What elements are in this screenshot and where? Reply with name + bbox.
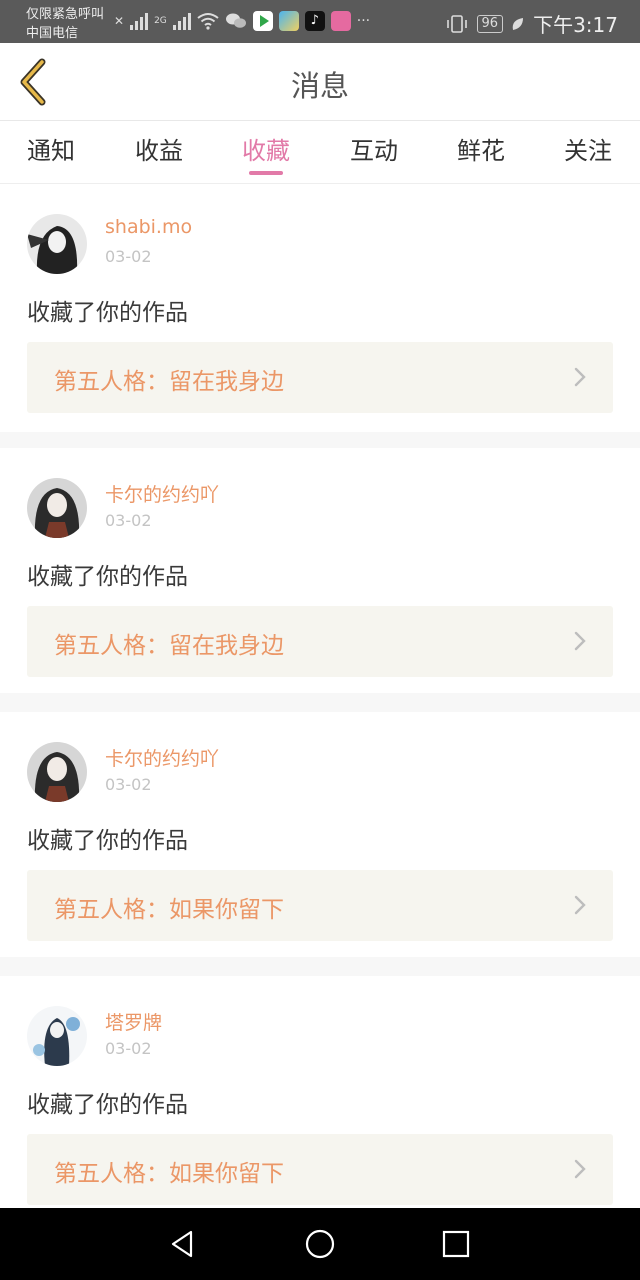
carrier-name: 中国电信 [26,26,79,41]
avatar[interactable] [27,1006,87,1066]
tab-earnings[interactable]: 收益 [119,131,199,166]
network-type-label: 2G [154,16,167,26]
message-action-text: 收藏了你的作品 [27,564,188,590]
page-title: 消息 [290,69,349,103]
more-notifications-icon: ··· [356,13,371,29]
message-card: shabi.mo 03-02 收藏了你的作品 第五人格：留在我身边 [0,184,640,432]
username-link[interactable]: 卡尔的约约吖 [105,744,219,771]
tiktok-icon: ♪ [304,11,325,31]
carrier-status-text: 仅限紧急呼叫 [26,7,105,22]
work-link[interactable]: 第五人格：留在我身边 [27,606,613,677]
video-app-icon [252,11,273,31]
chevron-right-icon [574,631,586,651]
wechat-icon [225,13,246,28]
message-date: 03-02 [105,247,152,266]
message-card: 塔罗牌 03-02 收藏了你的作品 第五人格：如果你留下 [0,976,640,1208]
status-bar: 仅限紧急呼叫 中国电信 ✕ 2G ♪ ··· 96 下午3:17 [0,0,640,43]
message-action-text: 收藏了你的作品 [27,300,188,326]
tab-flowers[interactable]: 鲜花 [441,131,521,166]
chevron-right-icon [574,1159,586,1179]
tab-notifications[interactable]: 通知 [11,131,91,166]
username-link[interactable]: 塔罗牌 [105,1008,162,1035]
username-link[interactable]: shabi.mo [105,216,192,238]
message-action-text: 收藏了你的作品 [27,828,188,854]
nav-back-icon[interactable] [167,1228,199,1260]
avatar[interactable] [27,742,87,802]
tab-following[interactable]: 关注 [548,131,628,166]
message-date: 03-02 [105,775,152,794]
app-header: 消息 [0,43,640,121]
map-app-icon [278,11,299,31]
work-title: 第五人格：如果你留下 [54,1161,284,1187]
status-icons: ✕ 2G ♪ ··· [114,9,370,33]
battery-indicator: 96 [476,14,504,33]
wifi-icon [197,13,219,30]
username-link[interactable]: 卡尔的约约吖 [105,480,219,507]
nav-recents-icon[interactable] [440,1228,472,1260]
message-card: 卡尔的约约吖 03-02 收藏了你的作品 第五人格：如果你留下 [0,712,640,957]
chevron-right-icon [574,895,586,915]
no-sim-icon: ✕ [114,14,125,28]
tab-interactions[interactable]: 互动 [334,131,414,166]
avatar[interactable] [27,214,87,274]
nav-home-icon[interactable] [304,1228,336,1260]
work-title: 第五人格：如果你留下 [54,897,284,923]
work-title: 第五人格：留在我身边 [54,633,284,659]
signal-icon [130,12,149,30]
system-nav-bar [0,1208,640,1280]
message-action-text: 收藏了你的作品 [27,1092,188,1118]
active-tab-indicator [249,171,283,175]
message-card: 卡尔的约约吖 03-02 收藏了你的作品 第五人格：留在我身边 [0,448,640,693]
leaf-icon [512,17,524,30]
tab-bar: 通知 收益 收藏 互动 鲜花 关注 [0,121,640,184]
message-date: 03-02 [105,511,152,530]
clock: 下午3:17 [533,13,618,37]
status-right: 96 下午3:17 [445,9,618,38]
vibrate-icon [446,14,467,33]
work-link[interactable]: 第五人格：如果你留下 [27,1134,613,1205]
signal-icon-2 [172,12,191,30]
work-link[interactable]: 第五人格：留在我身边 [27,342,613,413]
message-date: 03-02 [105,1039,152,1058]
tab-favorites[interactable]: 收藏 [226,131,306,166]
avatar[interactable] [27,478,87,538]
work-link[interactable]: 第五人格：如果你留下 [27,870,613,941]
work-title: 第五人格：留在我身边 [54,369,284,395]
lofter-app-icon [330,11,351,31]
chevron-right-icon [574,367,586,387]
